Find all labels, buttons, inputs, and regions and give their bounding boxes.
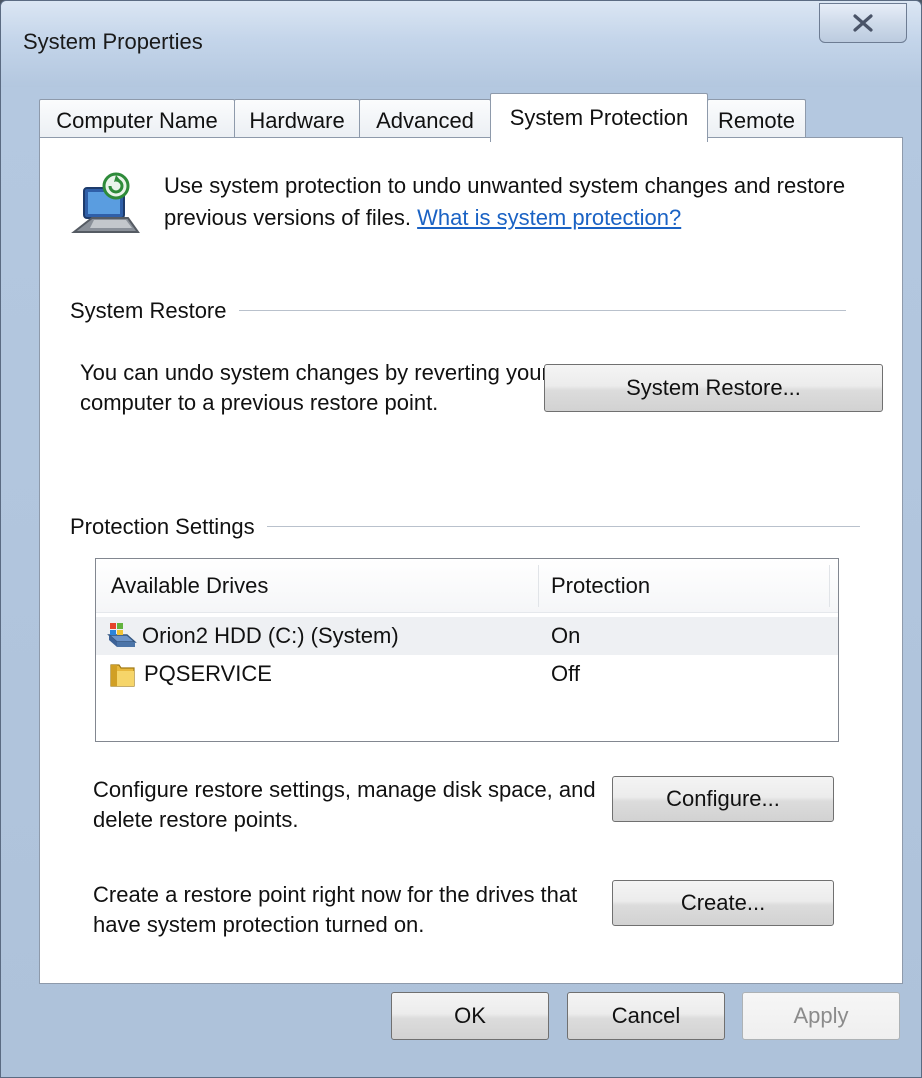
close-button[interactable] [819, 3, 907, 43]
apply-button[interactable]: Apply [742, 992, 900, 1040]
title-bar[interactable]: System Properties [1, 1, 921, 87]
cancel-button[interactable]: Cancel [567, 992, 725, 1040]
column-header-protection[interactable]: Protection [551, 559, 650, 613]
tab-hardware[interactable]: Hardware [234, 99, 360, 141]
dialog-footer: OK Cancel Apply [1, 982, 921, 1077]
drive-row-system[interactable]: Orion2 HDD (C:) (System) On [96, 617, 838, 655]
configure-button[interactable]: Configure... [612, 776, 834, 822]
system-restore-description: You can undo system changes by reverting… [80, 360, 549, 415]
system-protection-panel: Use system protection to undo unwanted s… [39, 137, 903, 984]
column-separator[interactable] [829, 565, 830, 607]
drive-name: PQSERVICE [144, 661, 272, 686]
ok-button[interactable]: OK [391, 992, 549, 1040]
create-description: Create a restore point right now for the… [93, 882, 578, 937]
create-button[interactable]: Create... [612, 880, 834, 926]
column-separator[interactable] [538, 565, 539, 607]
protection-settings-label: Protection Settings [70, 514, 267, 540]
close-icon [853, 14, 873, 32]
system-protection-icon [71, 172, 140, 233]
tab-strip: Computer Name Hardware Advanced System P… [39, 93, 921, 142]
list-header: Available Drives Protection [96, 559, 838, 613]
drive-protection-status: Off [551, 661, 580, 686]
drive-row-pqservice[interactable]: PQSERVICE Off [96, 655, 838, 693]
configure-description: Configure restore settings, manage disk … [93, 777, 596, 832]
column-header-available-drives[interactable]: Available Drives [111, 559, 268, 613]
tab-advanced[interactable]: Advanced [359, 99, 491, 141]
system-drive-icon [107, 623, 137, 647]
system-properties-dialog: System Properties Computer Name Hardware… [0, 0, 922, 1078]
intro-text: Use system protection to undo unwanted s… [164, 170, 864, 234]
window-title: System Properties [23, 29, 203, 54]
drive-icon [110, 664, 135, 687]
tab-computer-name[interactable]: Computer Name [39, 99, 235, 141]
system-restore-button[interactable]: System Restore... [544, 364, 883, 412]
available-drives-list[interactable]: Available Drives Protection Orion2 HDD (… [95, 558, 839, 742]
system-restore-label: System Restore [70, 298, 239, 324]
tab-remote[interactable]: Remote [707, 99, 806, 141]
drive-protection-status: On [551, 623, 581, 648]
what-is-system-protection-link[interactable]: What is system protection? [417, 205, 681, 230]
drive-name: Orion2 HDD (C:) (System) [142, 623, 399, 648]
tab-system-protection[interactable]: System Protection [490, 93, 708, 142]
